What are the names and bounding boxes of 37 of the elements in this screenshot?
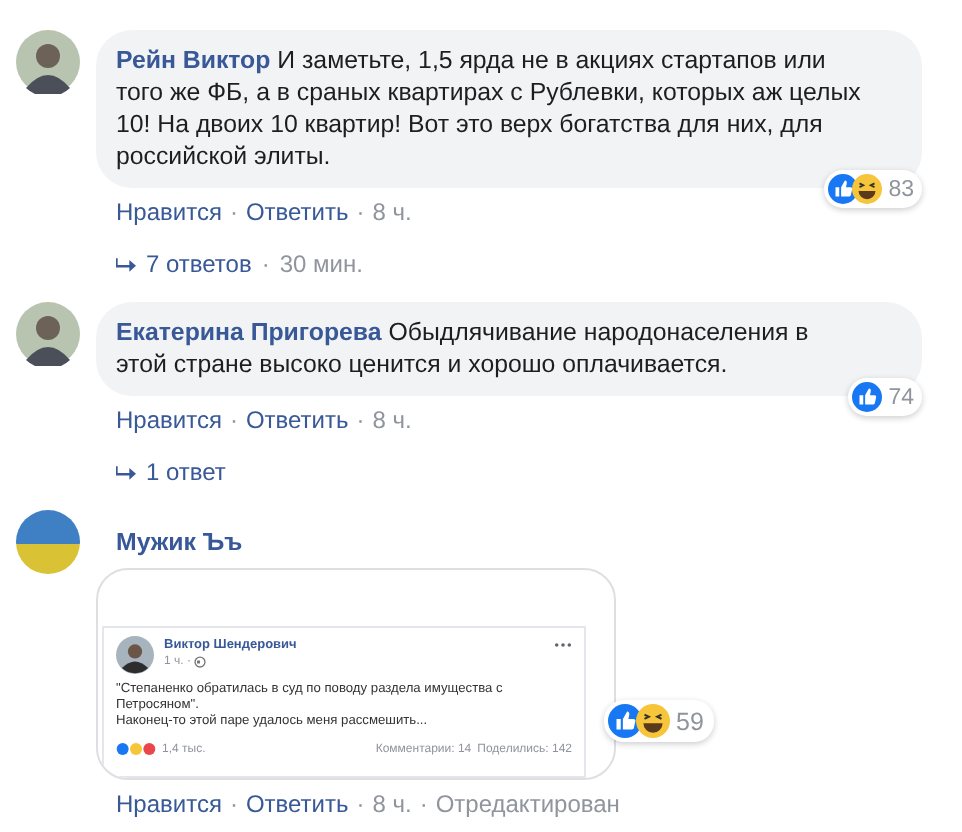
separator-dot: · [419, 788, 428, 820]
reply-arrow-icon [116, 255, 136, 273]
avatar-icon[interactable] [16, 510, 80, 574]
globe-icon [194, 656, 207, 668]
replies-link[interactable]: 7 ответов [146, 250, 252, 278]
comment-text: Рейн Виктор И заметьте, 1,5 ярда не в акциях стартапов или того же ФБ, а в сраных квартирах с Рублевки, которых аж целых 10! На двоих 10 квартир! Вот это верх богатства для них, для российской элиты. [116, 44, 862, 172]
avatar-icon[interactable] [16, 302, 80, 366]
comment-text: Екатерина Пригорева Обыдлячивание народонаселения в этой стране высоко ценится и хорошо оплачивается. [116, 316, 811, 380]
reaction-count: 83 [888, 177, 914, 201]
separator-dot: · [229, 788, 238, 820]
comment-action-link[interactable]: Ответить [245, 788, 349, 820]
separator-dot: · [229, 404, 238, 436]
comment-action-link[interactable]: Ответить [245, 196, 349, 228]
separator-dot: · [261, 250, 270, 278]
comment-action-link[interactable]: Нравится [116, 404, 222, 436]
avatar-icon [116, 636, 154, 674]
avatar-icon[interactable] [16, 30, 80, 94]
separator-dot: · [356, 788, 365, 820]
reaction-count: 59 [676, 707, 704, 735]
reaction-count: 74 [888, 385, 914, 409]
author-link[interactable]: Рейн Виктор [116, 46, 271, 74]
separator-dot: · [229, 196, 238, 228]
reactions-icon [116, 742, 156, 756]
laughing-face-icon [636, 704, 670, 738]
comment-action-link[interactable]: Нравится [116, 788, 222, 820]
like-icon [852, 382, 883, 412]
separator-dot: · [356, 196, 365, 228]
author-link[interactable]: Екатерина Пригорева [116, 318, 382, 346]
separator-dot: · [356, 404, 365, 436]
reply-arrow-icon [116, 463, 136, 481]
laughing-face-icon [852, 174, 883, 204]
replies-link[interactable]: 1 ответ [146, 458, 226, 486]
reply-time: 30 мин. [279, 250, 363, 278]
more-options-icon [554, 642, 572, 648]
comment-action-link[interactable]: Нравится [116, 196, 222, 228]
comment-action-link[interactable]: Ответить [245, 404, 349, 436]
author-link[interactable]: Мужик Ъъ [116, 528, 243, 556]
